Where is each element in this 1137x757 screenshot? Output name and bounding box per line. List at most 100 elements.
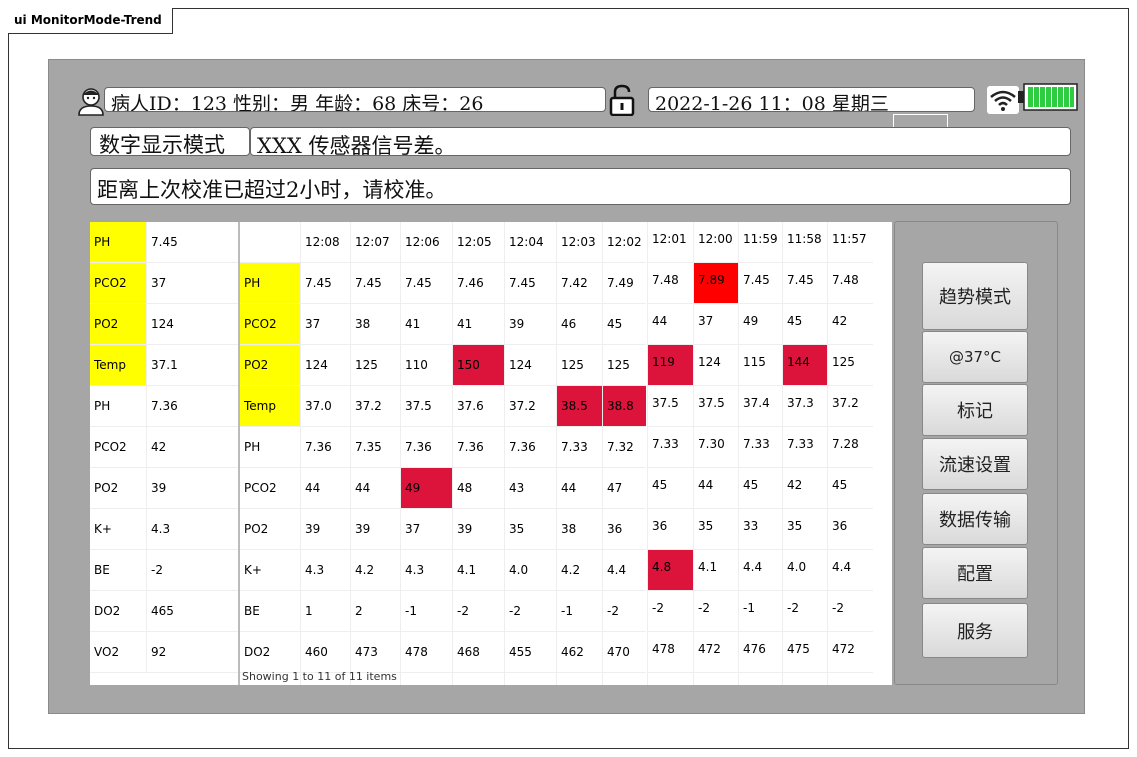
trend-cell: 37	[693, 304, 738, 344]
trend-cell: 95	[556, 673, 602, 685]
trend-parameter-label: DO2	[244, 645, 271, 659]
trend-row: 7.33 7.30 7.33 7.33 7.28	[647, 427, 873, 468]
parameter-value: 92	[146, 632, 238, 672]
trend-cell: 44	[350, 468, 400, 508]
trend-cell: 7.45	[350, 263, 400, 303]
trend-cell: 37	[400, 509, 452, 549]
trend-time-header: 12:08	[300, 222, 350, 262]
parameter-value: 7.45	[146, 222, 238, 262]
trend-cell: 39	[504, 304, 556, 344]
trend-cell: -1	[556, 591, 602, 631]
trend-time-header: 12:05	[452, 222, 504, 262]
trend-cell: 125	[556, 345, 602, 385]
trend-cell: 462	[556, 632, 602, 672]
trend-cell-alarm: 38.8	[602, 386, 646, 426]
trend-cell: 4.2	[556, 550, 602, 590]
parameter-label: DO2	[94, 604, 121, 618]
trend-cell: 45	[827, 468, 873, 508]
current-value-row: VO2 92	[90, 632, 238, 673]
trend-cell: 45	[782, 304, 827, 344]
service-button[interactable]: 服务	[922, 603, 1028, 658]
patient-avatar-icon	[78, 88, 104, 116]
trend-cell: 7.33	[647, 427, 693, 467]
config-button[interactable]: 配置	[922, 547, 1028, 599]
mode-label[interactable]: 数字显示模式	[90, 127, 250, 156]
current-value-row: PO2 124	[90, 304, 238, 345]
trend-row: PH 7.36 7.35 7.36 7.36 7.36 7.33 7.32	[240, 427, 646, 468]
current-value-row: PCO2 37	[90, 263, 238, 304]
trend-cell: 47	[602, 468, 646, 508]
trend-cell: 7.45	[782, 263, 827, 303]
trend-cell: 89	[504, 673, 556, 685]
trend-mode-button[interactable]: 趋势模式	[922, 262, 1028, 330]
trend-cell: -2	[504, 591, 556, 631]
flow-settings-button[interactable]: 流速设置	[922, 438, 1028, 490]
trend-row: 7.48 7.89 7.45 7.45 7.48	[647, 263, 873, 304]
trend-cell: 45	[602, 304, 646, 344]
data-transfer-button[interactable]: 数据传输	[922, 493, 1028, 545]
trend-cell: 4.1	[452, 550, 504, 590]
trend-cell: 39	[350, 509, 400, 549]
current-value-row: PH 7.36	[90, 386, 238, 427]
mark-button[interactable]: 标记	[922, 384, 1028, 436]
trend-cell: 4.1	[693, 550, 738, 590]
trend-row: K+ 4.3 4.2 4.3 4.1 4.0 4.2 4.4	[240, 550, 646, 591]
parameter-label: PO2	[94, 481, 119, 495]
trend-cell-alarm: 4.8	[647, 550, 693, 590]
trend-cell: 455	[504, 632, 556, 672]
trend-cell: 7.45	[738, 263, 782, 303]
parameter-label: K+	[94, 522, 112, 536]
wifi-icon	[987, 86, 1019, 114]
trend-cell: 93	[647, 673, 693, 685]
trend-row: Temp 37.0 37.2 37.5 37.6 37.2 38.5 38.8	[240, 386, 646, 427]
temperature-correction-button[interactable]: @37°C	[922, 331, 1028, 383]
trend-cell: 124	[504, 345, 556, 385]
trend-cell: 4.4	[827, 550, 873, 590]
trend-cell: 38	[556, 509, 602, 549]
parameter-value: 124	[146, 304, 238, 344]
parameter-value: 42	[146, 427, 238, 467]
trend-cell: 4.3	[300, 550, 350, 590]
current-value-row: PCO2 42	[90, 427, 238, 468]
parameter-value: 37.1	[146, 345, 238, 385]
trend-cell: 7.35	[350, 427, 400, 467]
trend-row: PCO2 37 38 41 41 39 46 45	[240, 304, 646, 345]
trend-cell: 7.45	[400, 263, 452, 303]
trend-cell: -1	[738, 591, 782, 631]
trend-parameter-label: PCO2	[244, 481, 277, 495]
parameter-value: 465	[146, 591, 238, 631]
trend-time-header: 12:01	[647, 222, 693, 262]
trend-cell: 97	[782, 673, 827, 685]
trend-cell: 7.36	[452, 427, 504, 467]
current-value-row: PH 7.45	[90, 222, 238, 263]
trend-cell: 7.32	[602, 427, 646, 467]
current-value-row: PO2 39	[90, 468, 238, 509]
trend-cell: 2	[350, 591, 400, 631]
trend-cell: 37.5	[647, 386, 693, 426]
trend-parameter-label: BE	[244, 604, 260, 618]
trend-cell: 42	[782, 468, 827, 508]
parameter-label: PH	[90, 222, 146, 262]
trend-cell-alarm: 49	[400, 468, 452, 508]
trend-cell: 37.6	[452, 386, 504, 426]
sensor-message: XXX 传感器信号差。	[250, 127, 1071, 156]
trend-parameter-label: PH	[244, 440, 261, 454]
trend-cell: 472	[827, 632, 873, 672]
unlock-icon[interactable]	[608, 84, 636, 116]
parameter-value: 37	[146, 263, 238, 303]
datetime-notch	[893, 114, 948, 128]
trend-cell: 36	[827, 509, 873, 549]
trend-cell: 4.3	[400, 550, 452, 590]
trend-time-header: 11:59	[738, 222, 782, 262]
parameter-label: BE	[94, 563, 110, 577]
trend-cell: 36	[602, 509, 646, 549]
trend-cell: 37.2	[350, 386, 400, 426]
trend-cell: 42	[827, 304, 873, 344]
trend-cell: -1	[400, 591, 452, 631]
trend-cell: 44	[647, 304, 693, 344]
trend-cell: 7.46	[452, 263, 504, 303]
trend-cell: 475	[782, 632, 827, 672]
trend-cell: -2	[693, 591, 738, 631]
current-value-row: BE -2	[90, 550, 238, 591]
trend-cell: 33	[738, 509, 782, 549]
